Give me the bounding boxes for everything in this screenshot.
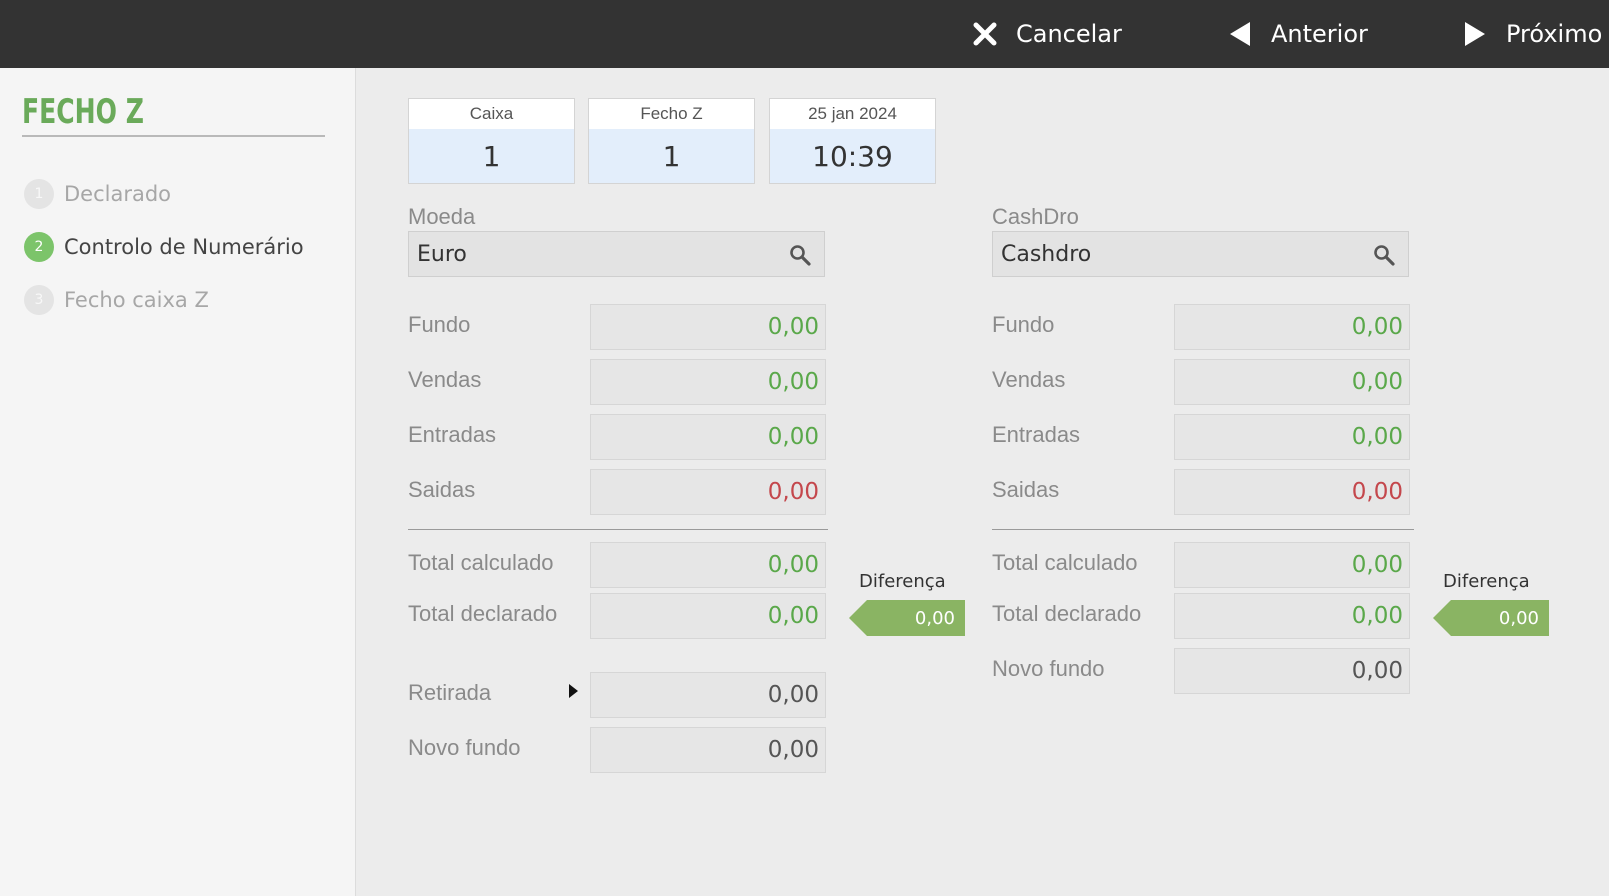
next-button[interactable]: Próximo: [1460, 0, 1602, 68]
fecho-z-value: 1: [662, 139, 681, 173]
fecho-z-box: Fecho Z 1: [588, 98, 755, 184]
cashdro-saidas-field: 0,00: [1174, 469, 1410, 515]
cashdro-novo-fundo-label: Novo fundo: [992, 656, 1105, 681]
moeda-label: Moeda: [408, 204, 476, 229]
step-label: Fecho caixa Z: [64, 288, 209, 312]
cancel-label: Cancelar: [1016, 20, 1122, 48]
moeda-value: Euro: [417, 241, 467, 267]
triangle-right-icon: [1460, 19, 1490, 49]
title-divider: [22, 135, 325, 137]
caixa-value: 1: [482, 139, 501, 173]
close-icon: [970, 19, 1000, 49]
cashdro-vendas-field: 0,00: [1174, 359, 1410, 405]
step-fecho-caixa-z[interactable]: 3 Fecho caixa Z: [24, 284, 209, 316]
step-controlo-numerario[interactable]: 2 Controlo de Numerário: [24, 231, 304, 263]
cashdro-diferenca-label: Diferença: [1443, 571, 1530, 592]
diferenca-label: Diferença: [859, 571, 946, 592]
cashdro-value: Cashdro: [1001, 241, 1092, 267]
datetime-box: 25 jan 2024 10:39: [769, 98, 936, 184]
moeda-select[interactable]: Euro: [408, 231, 825, 277]
step-number: 2: [24, 232, 54, 262]
step-number: 1: [24, 179, 54, 209]
caixa-box: Caixa 1: [408, 98, 575, 184]
fecho-z-label: Fecho Z: [589, 99, 754, 129]
step-label: Declarado: [64, 182, 172, 206]
totals-divider: [408, 529, 828, 530]
novo-fundo-label: Novo fundo: [408, 735, 521, 760]
cashdro-entradas-label: Entradas: [992, 422, 1081, 447]
vendas-label: Vendas: [408, 367, 482, 392]
caret-right-icon[interactable]: [566, 682, 580, 700]
retirada-field[interactable]: 0,00: [590, 672, 826, 718]
search-icon[interactable]: [1372, 243, 1396, 267]
step-label: Controlo de Numerário: [64, 235, 304, 259]
top-toolbar: Cancelar Anterior Próximo: [0, 0, 1609, 68]
total-calculado-label: Total calculado: [408, 550, 554, 575]
caixa-label: Caixa: [409, 99, 574, 129]
time-value: 10:39: [812, 139, 893, 173]
page-title: FECHO Z: [22, 92, 144, 132]
cashdro-diferenca-badge: 0,00: [1433, 600, 1549, 636]
entradas-field: 0,00: [590, 414, 826, 460]
total-calculado-field: 0,00: [590, 542, 826, 588]
triangle-left-icon: [1225, 19, 1255, 49]
diferenca-badge: 0,00: [849, 600, 965, 636]
next-label: Próximo: [1506, 20, 1603, 48]
cashdro-saidas-label: Saidas: [992, 477, 1060, 502]
cashdro-fundo-label: Fundo: [992, 312, 1055, 337]
total-declarado-field: 0,00: [590, 593, 826, 639]
cashdro-entradas-field: 0,00: [1174, 414, 1410, 460]
cashdro-total-calculado-label: Total calculado: [992, 550, 1138, 575]
step-declarado[interactable]: 1 Declarado: [24, 178, 171, 210]
cancel-button[interactable]: Cancelar: [970, 0, 1122, 68]
retirada-label: Retirada: [408, 680, 492, 705]
cashdro-label: CashDro: [992, 204, 1079, 229]
fundo-label: Fundo: [408, 312, 471, 337]
entradas-label: Entradas: [408, 422, 497, 447]
date-label: 25 jan 2024: [770, 99, 935, 129]
novo-fundo-field: 0,00: [590, 727, 826, 773]
cashdro-total-declarado-field: 0,00: [1174, 593, 1410, 639]
cashdro-total-declarado-label: Total declarado: [992, 601, 1142, 626]
saidas-label: Saidas: [408, 477, 476, 502]
cashdro-total-calculado-field: 0,00: [1174, 542, 1410, 588]
total-declarado-label: Total declarado: [408, 601, 558, 626]
cashdro-fundo-field: 0,00: [1174, 304, 1410, 350]
cashdro-vendas-label: Vendas: [992, 367, 1066, 392]
previous-button[interactable]: Anterior: [1225, 0, 1368, 68]
previous-label: Anterior: [1271, 20, 1368, 48]
step-number: 3: [24, 285, 54, 315]
cashdro-select[interactable]: Cashdro: [992, 231, 1409, 277]
cashdro-totals-divider: [992, 529, 1414, 530]
diferenca-value: 0,00: [914, 607, 955, 629]
fundo-field: 0,00: [590, 304, 826, 350]
cashdro-novo-fundo-field: 0,00: [1174, 648, 1410, 694]
cashdro-diferenca-value: 0,00: [1498, 607, 1539, 629]
vendas-field: 0,00: [590, 359, 826, 405]
saidas-field: 0,00: [590, 469, 826, 515]
search-icon[interactable]: [788, 243, 812, 267]
